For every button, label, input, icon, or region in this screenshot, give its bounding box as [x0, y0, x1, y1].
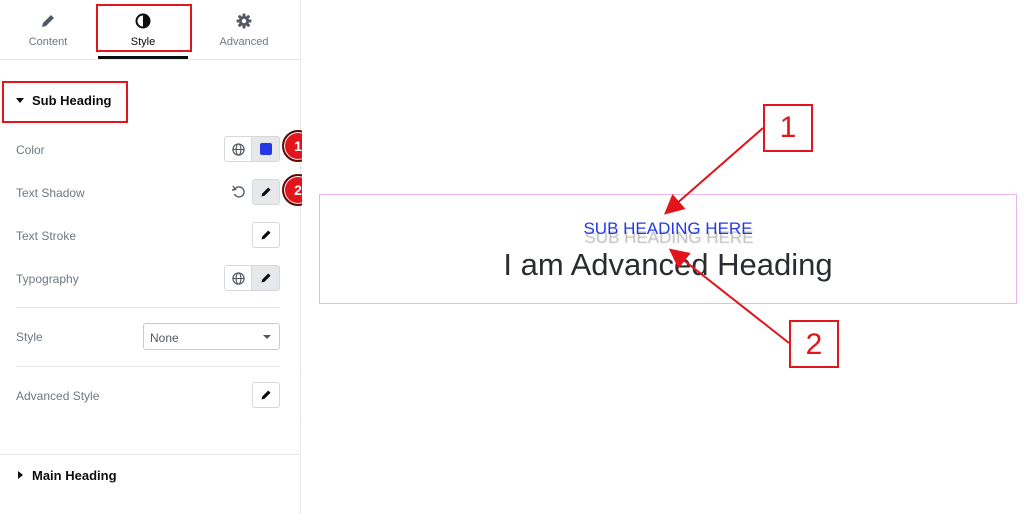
annotation-arrows	[663, 127, 790, 344]
arrow-2	[668, 248, 790, 344]
arrow-1	[663, 127, 764, 215]
